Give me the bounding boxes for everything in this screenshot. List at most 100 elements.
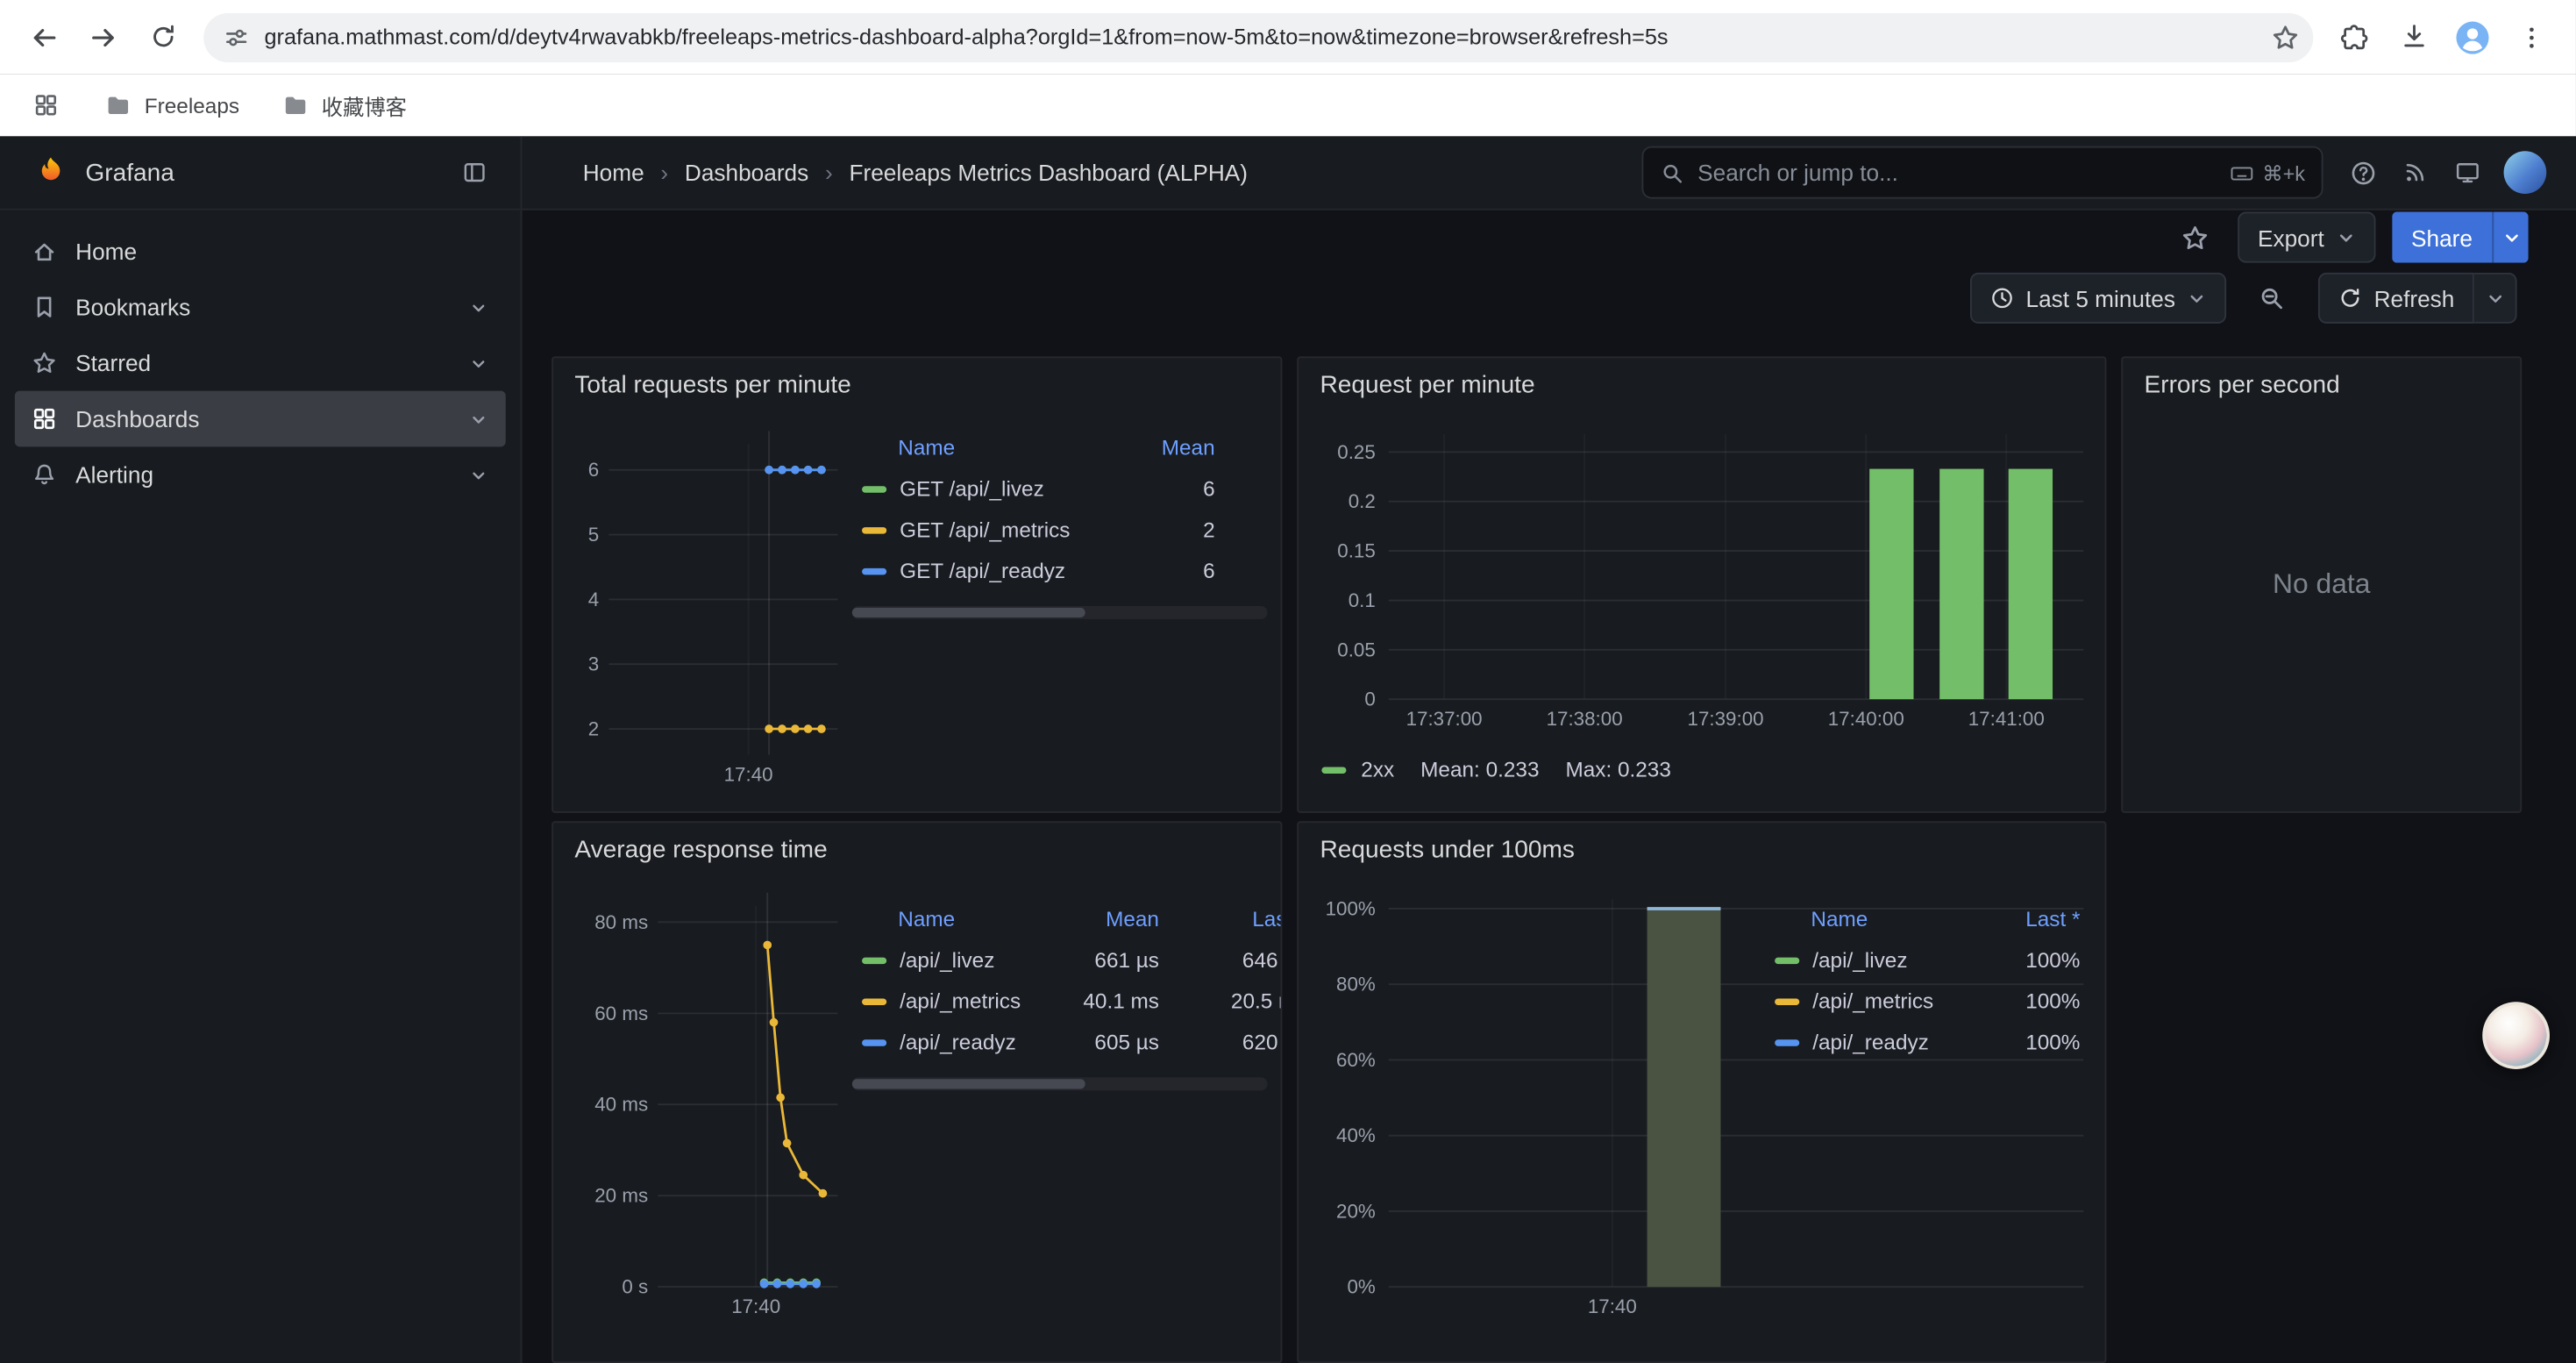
svg-text:0: 0 <box>1364 689 1375 710</box>
extensions-button[interactable] <box>2326 9 2382 65</box>
refresh-interval-button[interactable] <box>2474 273 2517 324</box>
breadcrumb-dashboards[interactable]: Dashboards <box>685 160 808 186</box>
series-name[interactable]: /api/_livez <box>900 947 994 972</box>
panel-average-response-time: Average response time 80 ms60 ms40 ms20 … <box>551 821 1282 1363</box>
apps-grid-icon[interactable] <box>23 82 68 128</box>
legend-scrollbar[interactable] <box>852 1077 1268 1090</box>
svg-text:17:37:00: 17:37:00 <box>1406 708 1483 730</box>
breadcrumb-current: Freeleaps Metrics Dashboard (ALPHA) <box>849 160 1248 186</box>
brand-title: Grafana <box>85 159 431 187</box>
legend-scrollbar-thumb[interactable] <box>852 608 1085 617</box>
search-input[interactable]: Search or jump to... ⌘+k <box>1642 146 2323 199</box>
browser-menu-button[interactable] <box>2504 9 2560 65</box>
request-per-minute-chart[interactable]: 0.250.20.150.10.05017:37:0017:38:0017:39… <box>1299 358 2104 813</box>
legend-row: GET /api/_readyz 6 <box>852 550 1268 591</box>
reload-button[interactable] <box>135 9 191 65</box>
legend-row: GET /api/_metrics 2 <box>852 509 1268 550</box>
bookmark-blog[interactable]: 收藏博客 <box>269 83 420 128</box>
legend-row: /api/_livez661 µs646 µs <box>852 939 1283 981</box>
panel-title[interactable]: Requests under 100ms <box>1320 836 1574 864</box>
legend-header-value[interactable]: Mean <box>1133 435 1268 460</box>
dashboard-main: Export Share Last 5 minutes <box>522 211 2575 1363</box>
favorite-dashboard-button[interactable] <box>2169 211 2222 264</box>
series-value: 646 µs <box>1159 947 1282 972</box>
bookmark-label: 收藏博客 <box>322 89 407 121</box>
news-feed-button[interactable] <box>2388 146 2441 199</box>
sidebar-item-bookmarks[interactable]: Bookmarks <box>15 279 506 335</box>
chevron-down-icon[interactable] <box>468 464 489 485</box>
series-name[interactable]: /api/_metrics <box>900 988 1021 1013</box>
legend-scrollbar[interactable] <box>852 606 1268 619</box>
series-name[interactable]: /api/_readyz <box>900 1030 1016 1054</box>
series-name[interactable]: 2xx <box>1361 757 1394 781</box>
legend-name-cell: /api/_metrics <box>862 988 1054 1013</box>
sidebar-item-home[interactable]: Home <box>15 224 506 280</box>
bookmark-star-icon[interactable] <box>2271 22 2301 52</box>
navbar-left: Grafana <box>0 136 522 208</box>
series-color-dash <box>1775 998 1799 1004</box>
legend-name-cell: /api/_readyz <box>1775 1030 1982 1054</box>
svg-text:60 ms: 60 ms <box>594 1003 648 1024</box>
sidebar-item-alerting[interactable]: Alerting <box>15 446 506 503</box>
sidebar-collapse-button[interactable] <box>448 146 501 199</box>
url-text[interactable]: grafana.mathmast.com/d/deytv4rwavabkb/fr… <box>264 25 2253 49</box>
share-button[interactable]: Share <box>2392 212 2493 263</box>
panel-title[interactable]: Total requests per minute <box>574 371 850 399</box>
chevron-down-icon[interactable] <box>468 353 489 374</box>
series-value: 2 <box>1133 517 1268 542</box>
breadcrumb-home[interactable]: Home <box>583 160 644 186</box>
series-value: 6 <box>1133 559 1268 583</box>
svg-text:17:40: 17:40 <box>731 1295 780 1317</box>
panel-title[interactable]: Average response time <box>574 836 827 864</box>
legend-header-value[interactable]: Last * <box>1159 907 1282 931</box>
panel-title[interactable]: Request per minute <box>1320 371 1534 399</box>
forward-button[interactable] <box>75 9 132 65</box>
help-button[interactable] <box>2337 146 2389 199</box>
downloads-button[interactable] <box>2386 9 2442 65</box>
display-button[interactable] <box>2441 146 2494 199</box>
grafana-logo-icon[interactable] <box>32 154 68 190</box>
site-settings-icon[interactable] <box>224 24 250 50</box>
zoom-out-button[interactable] <box>2246 272 2299 325</box>
panel-title[interactable]: Errors per second <box>2144 371 2339 399</box>
series-color-dash <box>1775 1038 1799 1045</box>
share-menu-button[interactable] <box>2492 212 2528 263</box>
sidebar-item-label: Dashboards <box>75 406 199 432</box>
search-shortcut: ⌘+k <box>2230 161 2305 185</box>
bookmark-freeleaps[interactable]: Freeleaps <box>92 85 253 125</box>
chevron-down-icon[interactable] <box>468 296 489 318</box>
series-color-dash <box>862 1038 886 1045</box>
chevron-down-icon[interactable] <box>468 408 489 429</box>
assistant-avatar[interactable] <box>2482 1002 2550 1069</box>
breadcrumb-separator: › <box>825 160 833 186</box>
browser-toolbar: grafana.mathmast.com/d/deytv4rwavabkb/fr… <box>0 0 2576 74</box>
refresh-button[interactable]: Refresh <box>2318 273 2474 324</box>
legend-header-name[interactable]: Name <box>862 907 1054 931</box>
url-bar[interactable]: grafana.mathmast.com/d/deytv4rwavabkb/fr… <box>203 12 2313 61</box>
user-avatar[interactable] <box>2504 151 2547 194</box>
legend-header-value[interactable]: Last * <box>1982 907 2080 931</box>
series-name[interactable]: /api/_readyz <box>1812 1030 1929 1054</box>
back-button[interactable] <box>17 9 73 65</box>
legend-scrollbar-thumb[interactable] <box>852 1079 1085 1088</box>
time-range-picker[interactable]: Last 5 minutes <box>1970 273 2226 324</box>
svg-text:0.15: 0.15 <box>1337 539 1376 561</box>
sidebar-item-dashboards[interactable]: Dashboards <box>15 391 506 447</box>
legend-row: /api/_readyz100% <box>1742 1022 2081 1063</box>
svg-text:17:39:00: 17:39:00 <box>1688 708 1764 730</box>
share-split-button: Share <box>2392 212 2529 263</box>
legend-header-name[interactable]: Name <box>1775 907 1982 931</box>
series-name[interactable]: GET /api/_livez <box>900 476 1044 501</box>
series-name[interactable]: /api/_metrics <box>1812 988 1933 1013</box>
export-button[interactable]: Export <box>2238 212 2375 263</box>
series-name[interactable]: /api/_livez <box>1812 947 1907 972</box>
time-controls: Last 5 minutes Refresh <box>522 265 2575 332</box>
series-name[interactable]: GET /api/_readyz <box>900 559 1065 583</box>
series-value: 6 <box>1133 476 1268 501</box>
sidebar-item-starred[interactable]: Starred <box>15 335 506 391</box>
browser-window: grafana.mathmast.com/d/deytv4rwavabkb/fr… <box>0 0 2576 1363</box>
legend-header-name[interactable]: Name <box>862 435 1133 460</box>
profile-button[interactable] <box>2444 9 2501 65</box>
legend-header-value[interactable]: Mean <box>1054 907 1159 931</box>
series-name[interactable]: GET /api/_metrics <box>900 517 1070 542</box>
